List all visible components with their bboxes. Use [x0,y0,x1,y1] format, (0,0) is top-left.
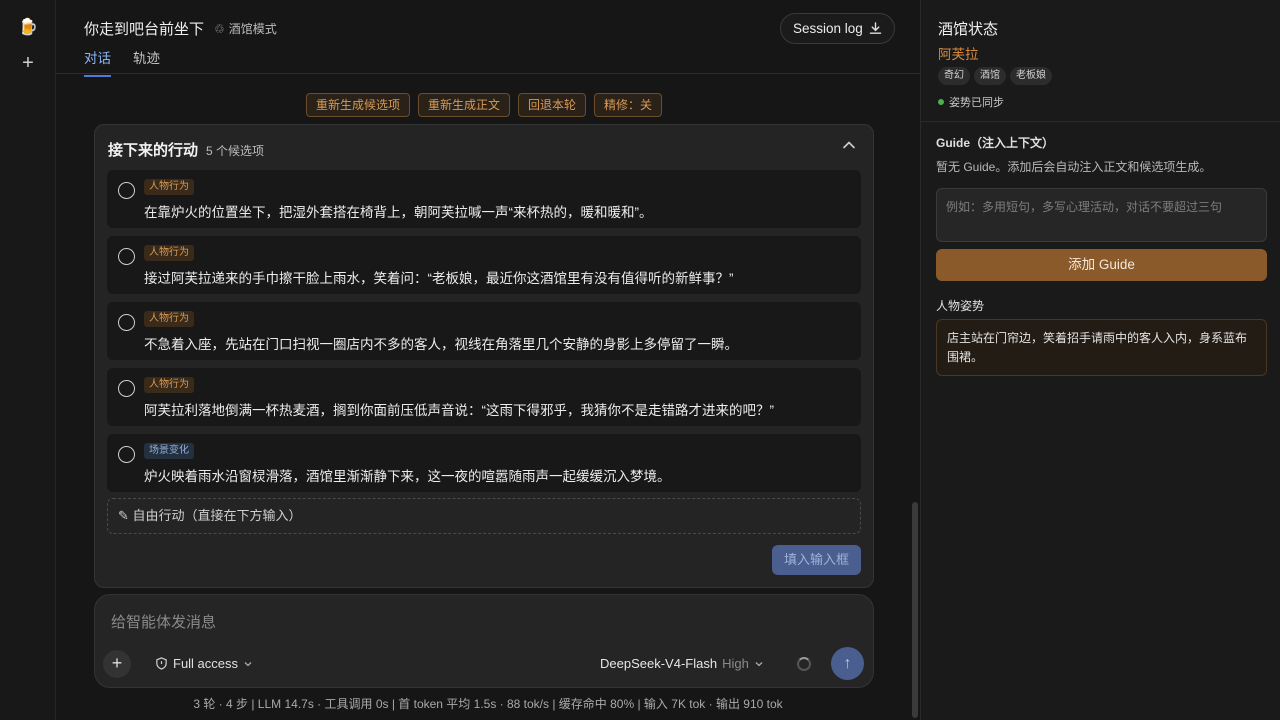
recycle-icon: ♲ [214,21,225,36]
category-tag: 人物行为 [144,311,194,327]
next-actions-panel: 接下来的行动 5 个候选项 人物行为 在靠炉火的位置坐下，把湿外套搭在椅背上，朝… [94,124,874,588]
option-card[interactable]: 人物行为 阿芙拉利落地倒满一杯热麦酒，搁到你面前压低声音说：“这雨下得邪乎，我猜… [107,368,861,426]
message-input[interactable]: 给智能体发消息 [111,611,216,632]
free-action-option[interactable]: ✎ 自由行动（直接在下方输入） [107,498,861,534]
guide-textarea[interactable]: 例如：多用短句，多写心理活动，对话不要超过三句 [936,188,1267,242]
session-log-button[interactable]: Session log [780,13,895,44]
access-dropdown[interactable]: Full access [155,656,253,671]
option-count: 5 个候选项 [206,144,265,158]
send-arrow-icon[interactable]: ↑ [831,647,864,680]
mode-label: 酒馆模式 [228,22,277,36]
radio-button[interactable] [118,248,135,265]
usage-stats: 3 轮 · 4 步 | LLM 14.7s · 工具调用 0s | 首 toke… [193,697,783,711]
option-text: 炉火映着雨水沿窗棂滑落，酒馆里渐渐静下来，这一夜的喧嚣随雨声一起缓缓沉入梦境。 [144,469,671,484]
sync-status: 姿势已同步 [938,94,1004,110]
loading-spinner-icon [797,657,811,671]
radio-button[interactable] [118,380,135,397]
download-icon [869,22,882,34]
tab-conversation[interactable]: 对话 [84,47,111,77]
guide-heading: Guide（注入上下文） [936,136,1055,150]
chevron-down-icon [244,661,252,666]
top-bar: 你走到吧台前坐下 ♲ 酒馆模式 Session log 对话 轨迹 [56,0,920,77]
attach-plus-icon[interactable]: + [103,650,131,678]
pose-heading: 人物姿势 [936,299,985,313]
option-text: 在靠炉火的位置坐下，把湿外套搭在椅背上，朝阿芙拉喊一声“来杯热的，暖和暖和”。 [144,205,653,220]
access-label: Full access [173,656,239,671]
option-text: 不急着入座，先站在门口扫视一圈店内不多的客人，视线在角落里几个安静的身影上多停留… [144,337,738,352]
regenerate-options-button[interactable]: 重新生成候选项 [306,93,411,117]
shield-icon [156,657,167,670]
new-session-plus-icon[interactable]: + [17,52,39,74]
sidebar-title: 酒馆状态 [938,21,999,38]
category-tag: 人物行为 [144,179,194,195]
message-composer: 给智能体发消息 + Full access DeepSeek-V4-Flash … [94,594,874,688]
left-rail: 🍺 + [0,0,56,720]
main-area: 你走到吧台前坐下 ♲ 酒馆模式 Session log 对话 轨迹 重新生成候选… [56,0,920,720]
chevron-up-icon[interactable] [841,137,857,153]
category-tag: 场景变化 [144,443,194,459]
tavern-status-sidebar: 酒馆状态 阿芙拉 奇幻 酒馆 老板娘 姿势已同步 Guide（注入上下文） 暂无… [920,0,1280,720]
divider [921,121,1280,122]
effort-level: High [722,656,749,671]
option-card[interactable]: 人物行为 不急着入座，先站在门口扫视一圈店内不多的客人，视线在角落里几个安静的身… [107,302,861,360]
fill-input-button[interactable]: 填入输入框 [771,545,861,575]
beer-mug-icon[interactable]: 🍺 [18,18,38,38]
page-title: 你走到吧台前坐下 [84,21,205,38]
option-card[interactable]: 场景变化 炉火映着雨水沿窗棂滑落，酒馆里渐渐静下来，这一夜的喧嚣随雨声一起缓缓沉… [107,434,861,492]
rollback-round-button[interactable]: 回退本轮 [518,93,587,117]
radio-button[interactable] [118,314,135,331]
tag-list: 奇幻 酒馆 老板娘 [938,67,1052,85]
radio-button[interactable] [118,446,135,463]
main-scrollbar[interactable] [912,502,918,718]
regenerate-actions: 重新生成候选项 重新生成正文 回退本轮 精修：关 [306,93,663,117]
category-tag: 人物行为 [144,377,194,393]
option-text: 阿芙拉利落地倒满一杯热麦酒，搁到你面前压低声音说：“这雨下得邪乎，我猜你不是走错… [144,403,774,418]
model-name: DeepSeek-V4-Flash [600,656,718,671]
panel-header: 接下来的行动 5 个候选项 [108,139,264,160]
sync-label: 姿势已同步 [949,97,1004,109]
option-text: 接过阿芙拉递来的手巾擦干脸上雨水，笑着问：“老板娘，最近你这酒馆里有没有值得听的… [144,271,734,286]
status-dot-icon [938,99,944,105]
option-card[interactable]: 人物行为 在靠炉火的位置坐下，把湿外套搭在椅背上，朝阿芙拉喊一声“来杯热的，暖和… [107,170,861,228]
session-log-label: Session log [793,21,863,36]
tag-chip: 奇幻 [938,67,970,85]
tag-chip: 酒馆 [974,67,1006,85]
guide-empty-text: 暂无 Guide。添加后会自动注入正文和候选项生成。 [936,160,1212,174]
tag-chip: 老板娘 [1010,67,1052,85]
pose-description: 店主站在门帘边，笑着招手请雨中的客人入内，身系蓝布围裙。 [936,319,1267,376]
tab-bar: 对话 轨迹 [84,47,160,77]
refine-toggle-button[interactable]: 精修：关 [594,93,663,117]
radio-button[interactable] [118,182,135,199]
add-guide-button[interactable]: 添加 Guide [936,249,1267,281]
model-selector[interactable]: DeepSeek-V4-Flash High [600,656,764,671]
category-tag: 人物行为 [144,245,194,261]
tab-trace[interactable]: 轨迹 [133,47,160,77]
option-card[interactable]: 人物行为 接过阿芙拉递来的手巾擦干脸上雨水，笑着问：“老板娘，最近你这酒馆里有没… [107,236,861,294]
character-name: 阿芙拉 [938,47,979,62]
regenerate-body-button[interactable]: 重新生成正文 [418,93,511,117]
mode-indicator: ♲ 酒馆模式 [214,20,277,37]
panel-title: 接下来的行动 [108,142,199,159]
chevron-down-icon [755,661,763,666]
